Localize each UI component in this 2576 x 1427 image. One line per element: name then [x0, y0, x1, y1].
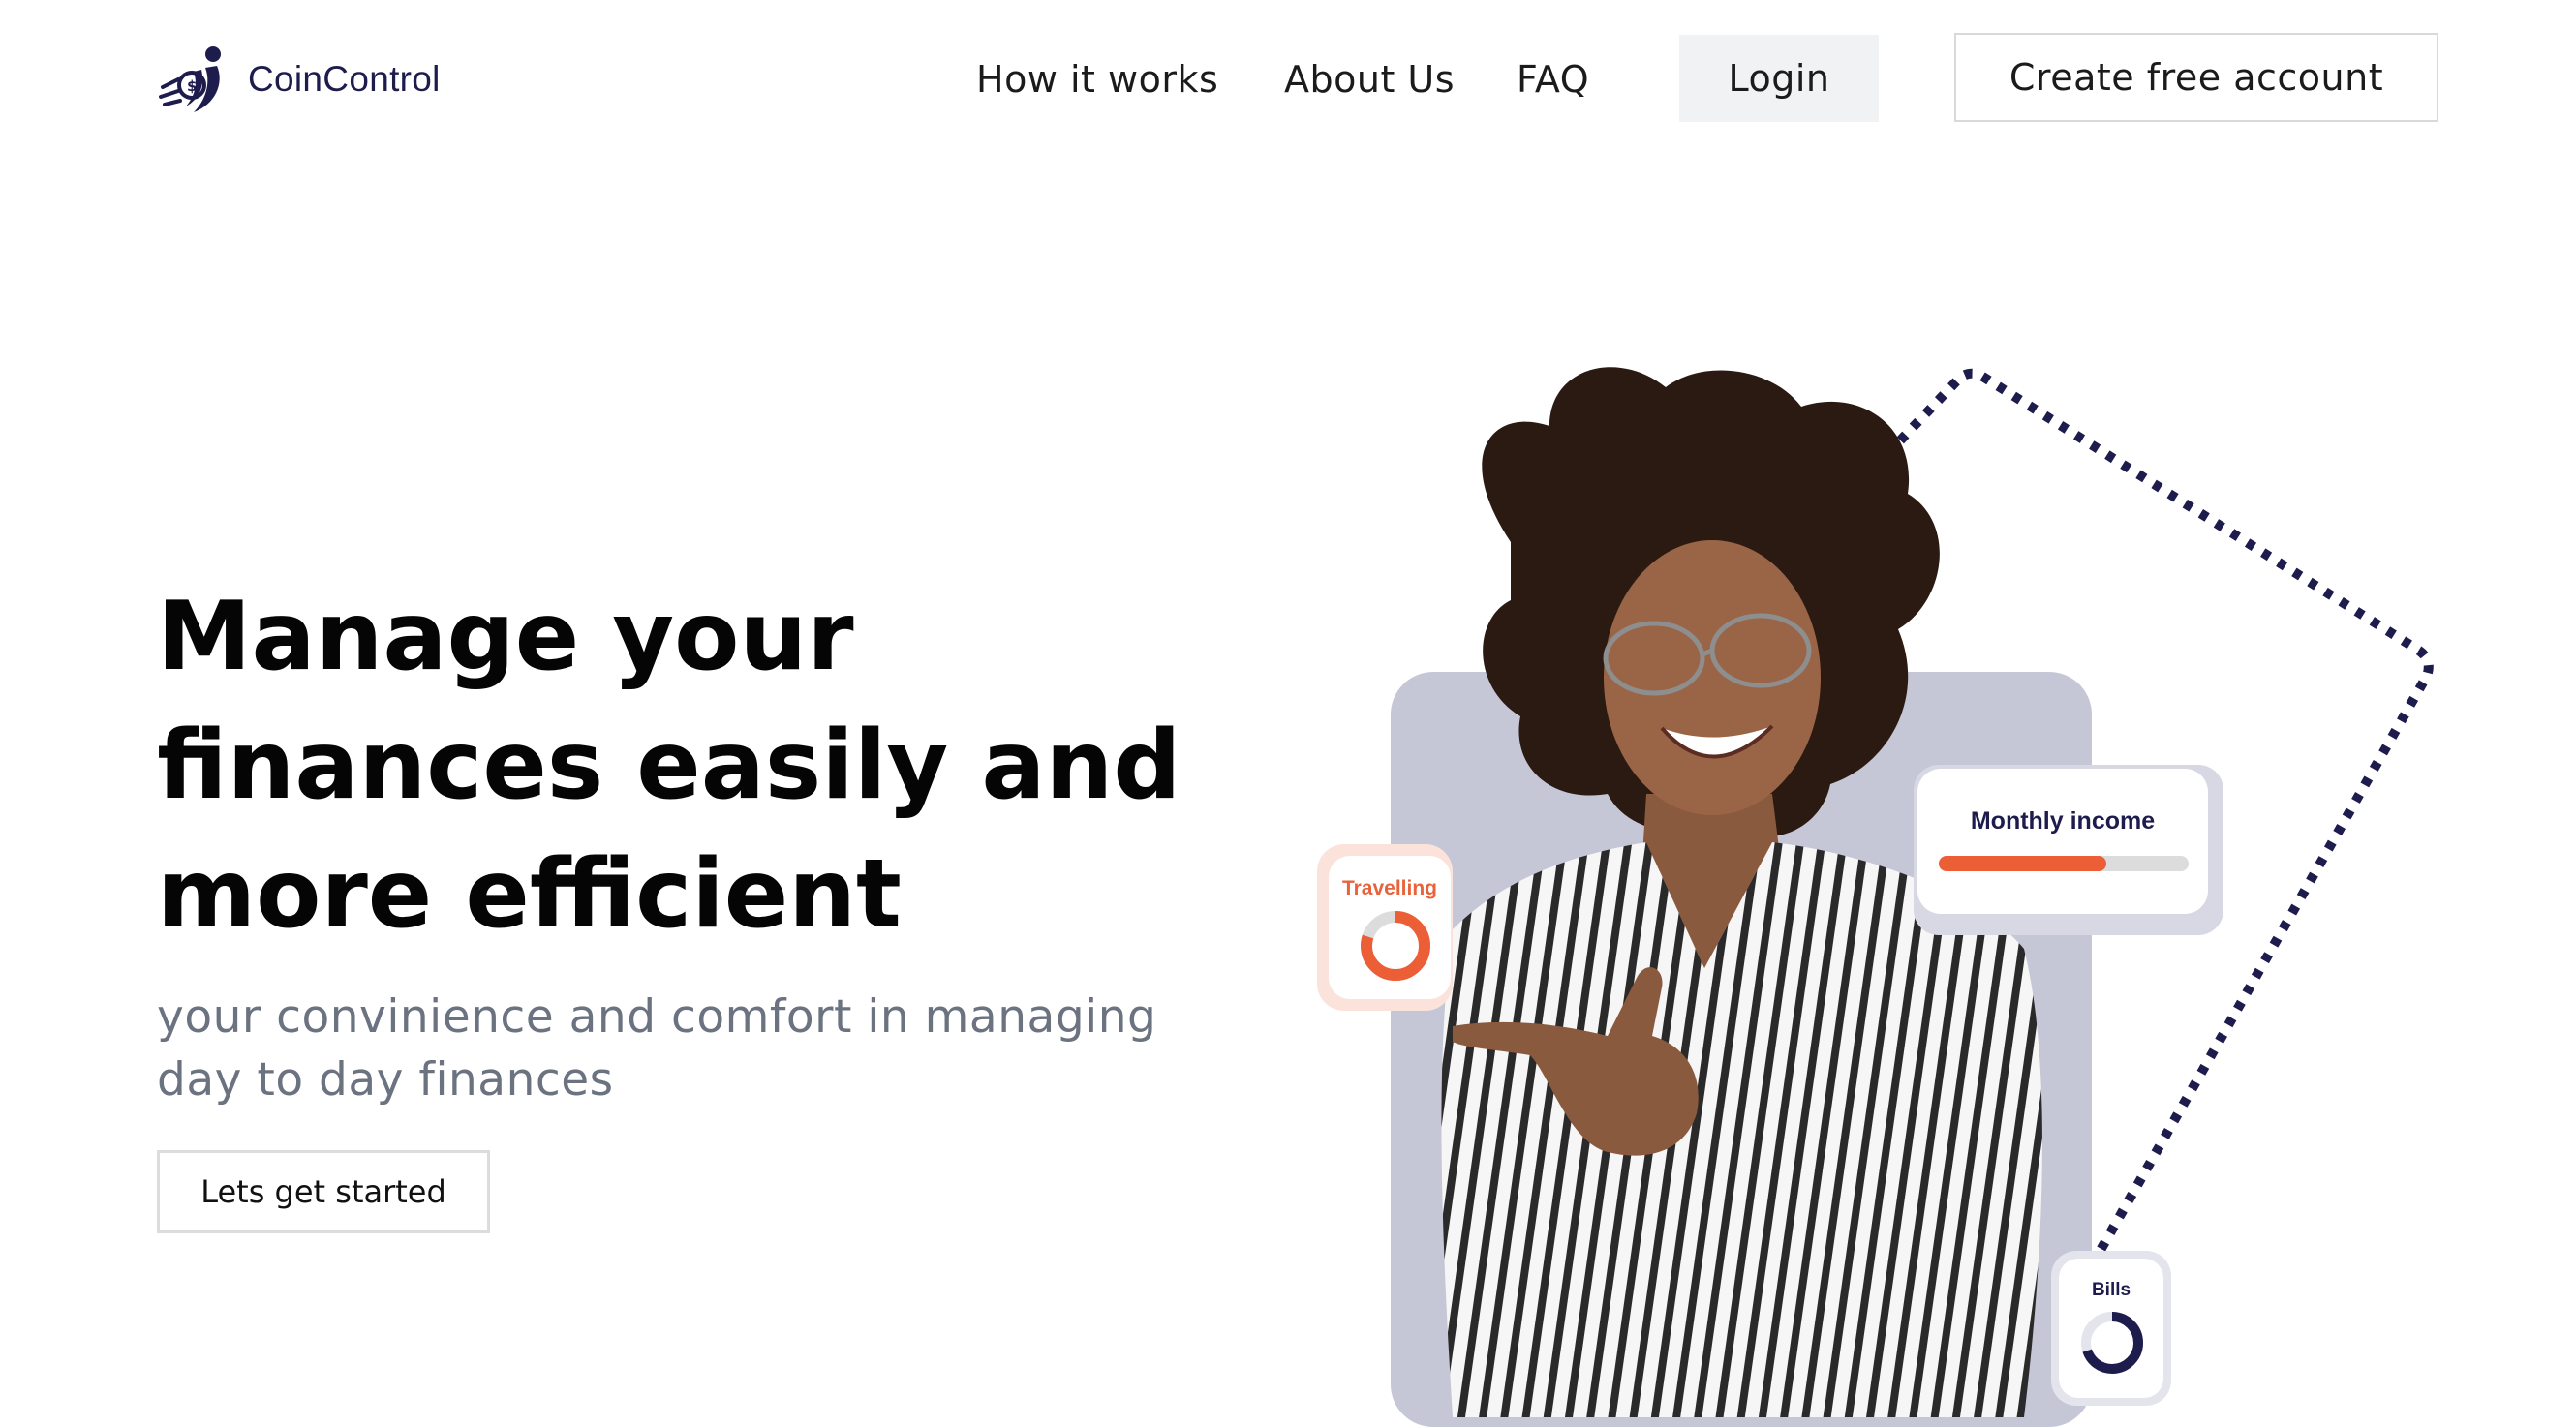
- monthly-income-progress-fill: [1939, 856, 2106, 871]
- travelling-card: Travelling: [1317, 844, 1453, 1011]
- travelling-label: Travelling: [1341, 877, 1438, 899]
- monthly-income-label: Monthly income: [1970, 807, 2156, 835]
- login-button[interactable]: Login: [1679, 35, 1879, 122]
- hero-subtitle-line: day to day finances: [157, 1053, 614, 1107]
- hero-subtitle: your convinience and comfort in managing…: [157, 986, 1242, 1111]
- nav-link-about-us[interactable]: About Us: [1284, 33, 1455, 126]
- bills-donut-chart: [2081, 1312, 2143, 1374]
- hero-title-line: Manage your: [157, 582, 854, 692]
- bills-label: Bills: [2091, 1280, 2131, 1300]
- bills-card: Bills: [2051, 1251, 2171, 1406]
- nav-link-how-it-works[interactable]: How it works: [976, 33, 1218, 126]
- travelling-donut-chart: [1361, 911, 1430, 981]
- nav-link-faq[interactable]: FAQ: [1517, 33, 1589, 126]
- hero-title-line: finances easily and: [157, 711, 1181, 821]
- hero-title-line: more efficient: [157, 839, 902, 950]
- hero-title: Manage your finances easily and more eff…: [157, 573, 1242, 959]
- get-started-button[interactable]: Lets get started: [157, 1150, 490, 1233]
- monthly-income-card: Monthly income: [1914, 765, 2223, 935]
- monthly-income-progress-track: [1939, 856, 2189, 871]
- hero-subtitle-line: your convinience and comfort in managing: [157, 990, 1157, 1044]
- create-account-button[interactable]: Create free account: [1954, 33, 2438, 122]
